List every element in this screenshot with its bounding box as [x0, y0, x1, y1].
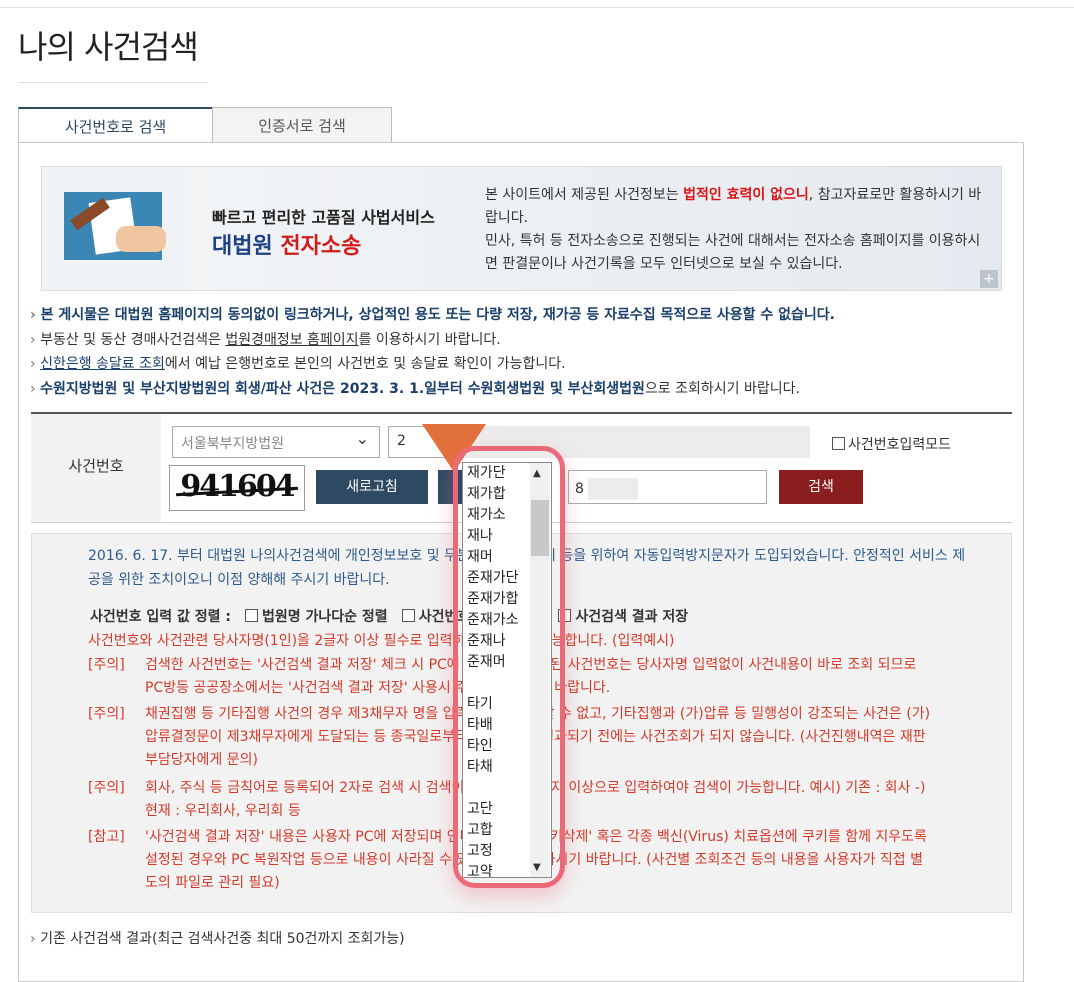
- notice-fee: 신한은행 송달료 조회에서 예납 은행번호로 본인의 사건번호 및 송달료 확인…: [30, 353, 566, 373]
- sort-court-checkbox[interactable]: [245, 609, 259, 622]
- captcha-image: 941604: [169, 465, 305, 511]
- case-number-label: 사건번호: [31, 414, 161, 522]
- banner-brand: 대법원 전자소송: [212, 234, 362, 259]
- caution-tag: [주의]: [88, 657, 125, 673]
- reference-tag: [참고]: [88, 829, 125, 845]
- court-select[interactable]: 서울북부지방법원: [172, 426, 380, 458]
- highlight-frame: [453, 446, 565, 888]
- caution-tag: [주의]: [88, 706, 125, 722]
- tab-case-number-search[interactable]: 사건번호로 검색: [18, 107, 213, 143]
- captcha-input[interactable]: 8: [568, 470, 767, 504]
- refresh-captcha-button[interactable]: 새로고침: [316, 470, 428, 504]
- sort-options: 사건번호 입력 값 정렬 :법원명 가나다순 정렬사건번호 입력순 정렬사건검색…: [90, 609, 689, 625]
- auction-link[interactable]: 법원경매정보 홈페이지: [225, 332, 358, 348]
- page-title: 나의 사건검색: [18, 28, 199, 66]
- sort-input-checkbox[interactable]: [401, 609, 415, 622]
- notice-rehab: 수원지방법원 및 부산지방법원의 회생/파산 사건은 2023. 3. 1.일부…: [30, 378, 800, 398]
- previous-results-link[interactable]: 기존 사건검색 결과(최근 검색사건중 최대 50건까지 조회가능): [30, 928, 405, 948]
- notice-auction: 부동산 및 동산 경매사건검색은 법원경매정보 홈페이지를 이용하시기 바랍니다…: [30, 329, 501, 349]
- top-divider: [0, 7, 1074, 8]
- notice-usage: 본 게시물은 대법원 홈페이지의 동의없이 링크하거나, 상업적인 용도 또는 …: [30, 304, 835, 324]
- banner-notice: 본 사이트에서 제공된 사건정보는 법적인 효력이 없으니, 참고자료로만 활용…: [485, 187, 982, 272]
- banner-tagline: 빠르고 편리한 고품질 사법서비스: [212, 208, 435, 227]
- caution-tag: [주의]: [88, 780, 125, 796]
- tab-certificate-search[interactable]: 인증서로 검색: [212, 107, 392, 143]
- fee-link[interactable]: 신한은행 송달료 조회: [40, 356, 165, 372]
- search-button[interactable]: 검색: [779, 470, 863, 504]
- title-underline: [18, 82, 208, 83]
- hand-icon: [116, 226, 166, 252]
- banner-more-icon[interactable]: +: [980, 270, 998, 288]
- input-mode-checkbox[interactable]: 사건번호입력모드: [832, 434, 951, 454]
